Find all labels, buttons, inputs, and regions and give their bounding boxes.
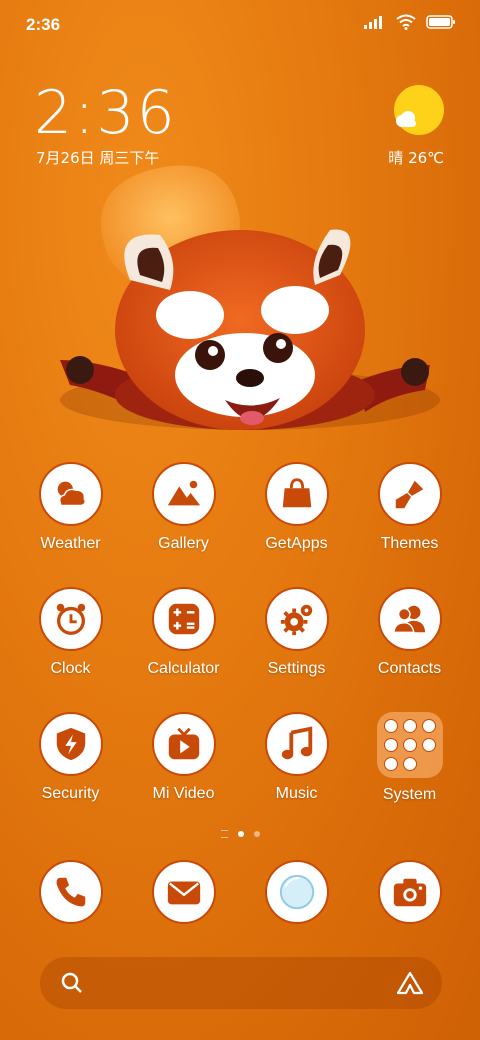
app-label: Weather bbox=[40, 535, 101, 552]
assistant-icon[interactable] bbox=[396, 970, 424, 996]
app-label: Calculator bbox=[147, 660, 220, 677]
clock-widget-time[interactable]: 2:36 bbox=[34, 78, 177, 148]
mini-app-icon bbox=[421, 719, 436, 733]
phone-icon bbox=[38, 860, 103, 924]
mini-app-icon bbox=[383, 757, 398, 771]
app-gallery[interactable]: Gallery bbox=[127, 462, 240, 587]
gear-icon bbox=[264, 587, 329, 651]
app-weather[interactable]: Weather bbox=[14, 462, 127, 587]
app-folder-system[interactable]: System bbox=[353, 712, 466, 837]
app-label: Music bbox=[275, 785, 318, 802]
paintbrush-icon bbox=[377, 462, 442, 526]
dock-camera[interactable] bbox=[353, 860, 466, 930]
mini-app-icon bbox=[402, 757, 417, 771]
page-list-icon bbox=[220, 830, 228, 838]
app-contacts[interactable]: Contacts bbox=[353, 587, 466, 712]
app-label: System bbox=[382, 786, 437, 803]
red-panda-wallpaper bbox=[60, 165, 440, 430]
mini-app-icon bbox=[383, 719, 398, 733]
tv-play-icon bbox=[151, 712, 216, 776]
cloud-sun-icon bbox=[38, 462, 103, 526]
app-label: Mi Video bbox=[152, 785, 215, 802]
search-icon bbox=[61, 972, 82, 993]
folder-icon bbox=[376, 712, 443, 778]
app-security[interactable]: Security bbox=[14, 712, 127, 837]
app-calculator[interactable]: Calculator bbox=[127, 587, 240, 712]
battery-icon bbox=[426, 15, 455, 29]
mini-app-icon bbox=[402, 738, 417, 752]
status-icons bbox=[364, 14, 456, 30]
app-grid: Weather Gallery GetApps Themes Clock Cal… bbox=[14, 462, 466, 837]
sun-cloud-icon[interactable] bbox=[392, 84, 444, 136]
app-label: Clock bbox=[50, 660, 91, 677]
mini-app-icon bbox=[402, 719, 417, 733]
dock bbox=[14, 860, 466, 930]
app-label: Contacts bbox=[377, 660, 442, 677]
page-indicator[interactable] bbox=[0, 830, 480, 838]
browser-globe-icon bbox=[264, 860, 329, 924]
search-bar[interactable] bbox=[40, 957, 442, 1009]
page-dot-active bbox=[237, 831, 244, 837]
app-label: Security bbox=[41, 785, 100, 802]
app-music[interactable]: Music bbox=[240, 712, 353, 837]
app-label: Themes bbox=[380, 535, 439, 552]
app-label: Gallery bbox=[158, 535, 209, 552]
page-dot bbox=[253, 831, 260, 837]
shopping-bag-icon bbox=[264, 462, 329, 526]
dock-phone[interactable] bbox=[14, 860, 127, 930]
app-label: Settings bbox=[267, 660, 326, 677]
mountain-icon bbox=[151, 462, 216, 526]
envelope-icon bbox=[151, 860, 216, 924]
app-label: GetApps bbox=[265, 535, 328, 552]
status-bar: 2:36 bbox=[0, 0, 480, 50]
status-time: 2:36 bbox=[26, 15, 61, 34]
camera-icon bbox=[377, 860, 442, 924]
app-getapps[interactable]: GetApps bbox=[240, 462, 353, 587]
app-settings[interactable]: Settings bbox=[240, 587, 353, 712]
alarm-clock-icon bbox=[38, 587, 103, 651]
dock-messages[interactable] bbox=[127, 860, 240, 930]
music-note-icon bbox=[264, 712, 329, 776]
mini-app-icon bbox=[383, 738, 398, 752]
app-themes[interactable]: Themes bbox=[353, 462, 466, 587]
wifi-icon bbox=[396, 14, 416, 30]
app-clock[interactable]: Clock bbox=[14, 587, 127, 712]
shield-bolt-icon bbox=[38, 712, 103, 776]
calculator-icon bbox=[151, 587, 216, 651]
people-icon bbox=[377, 587, 442, 651]
mini-app-icon bbox=[421, 738, 436, 752]
signal-icon bbox=[364, 16, 382, 29]
app-mi-video[interactable]: Mi Video bbox=[127, 712, 240, 837]
dock-browser[interactable] bbox=[240, 860, 353, 930]
